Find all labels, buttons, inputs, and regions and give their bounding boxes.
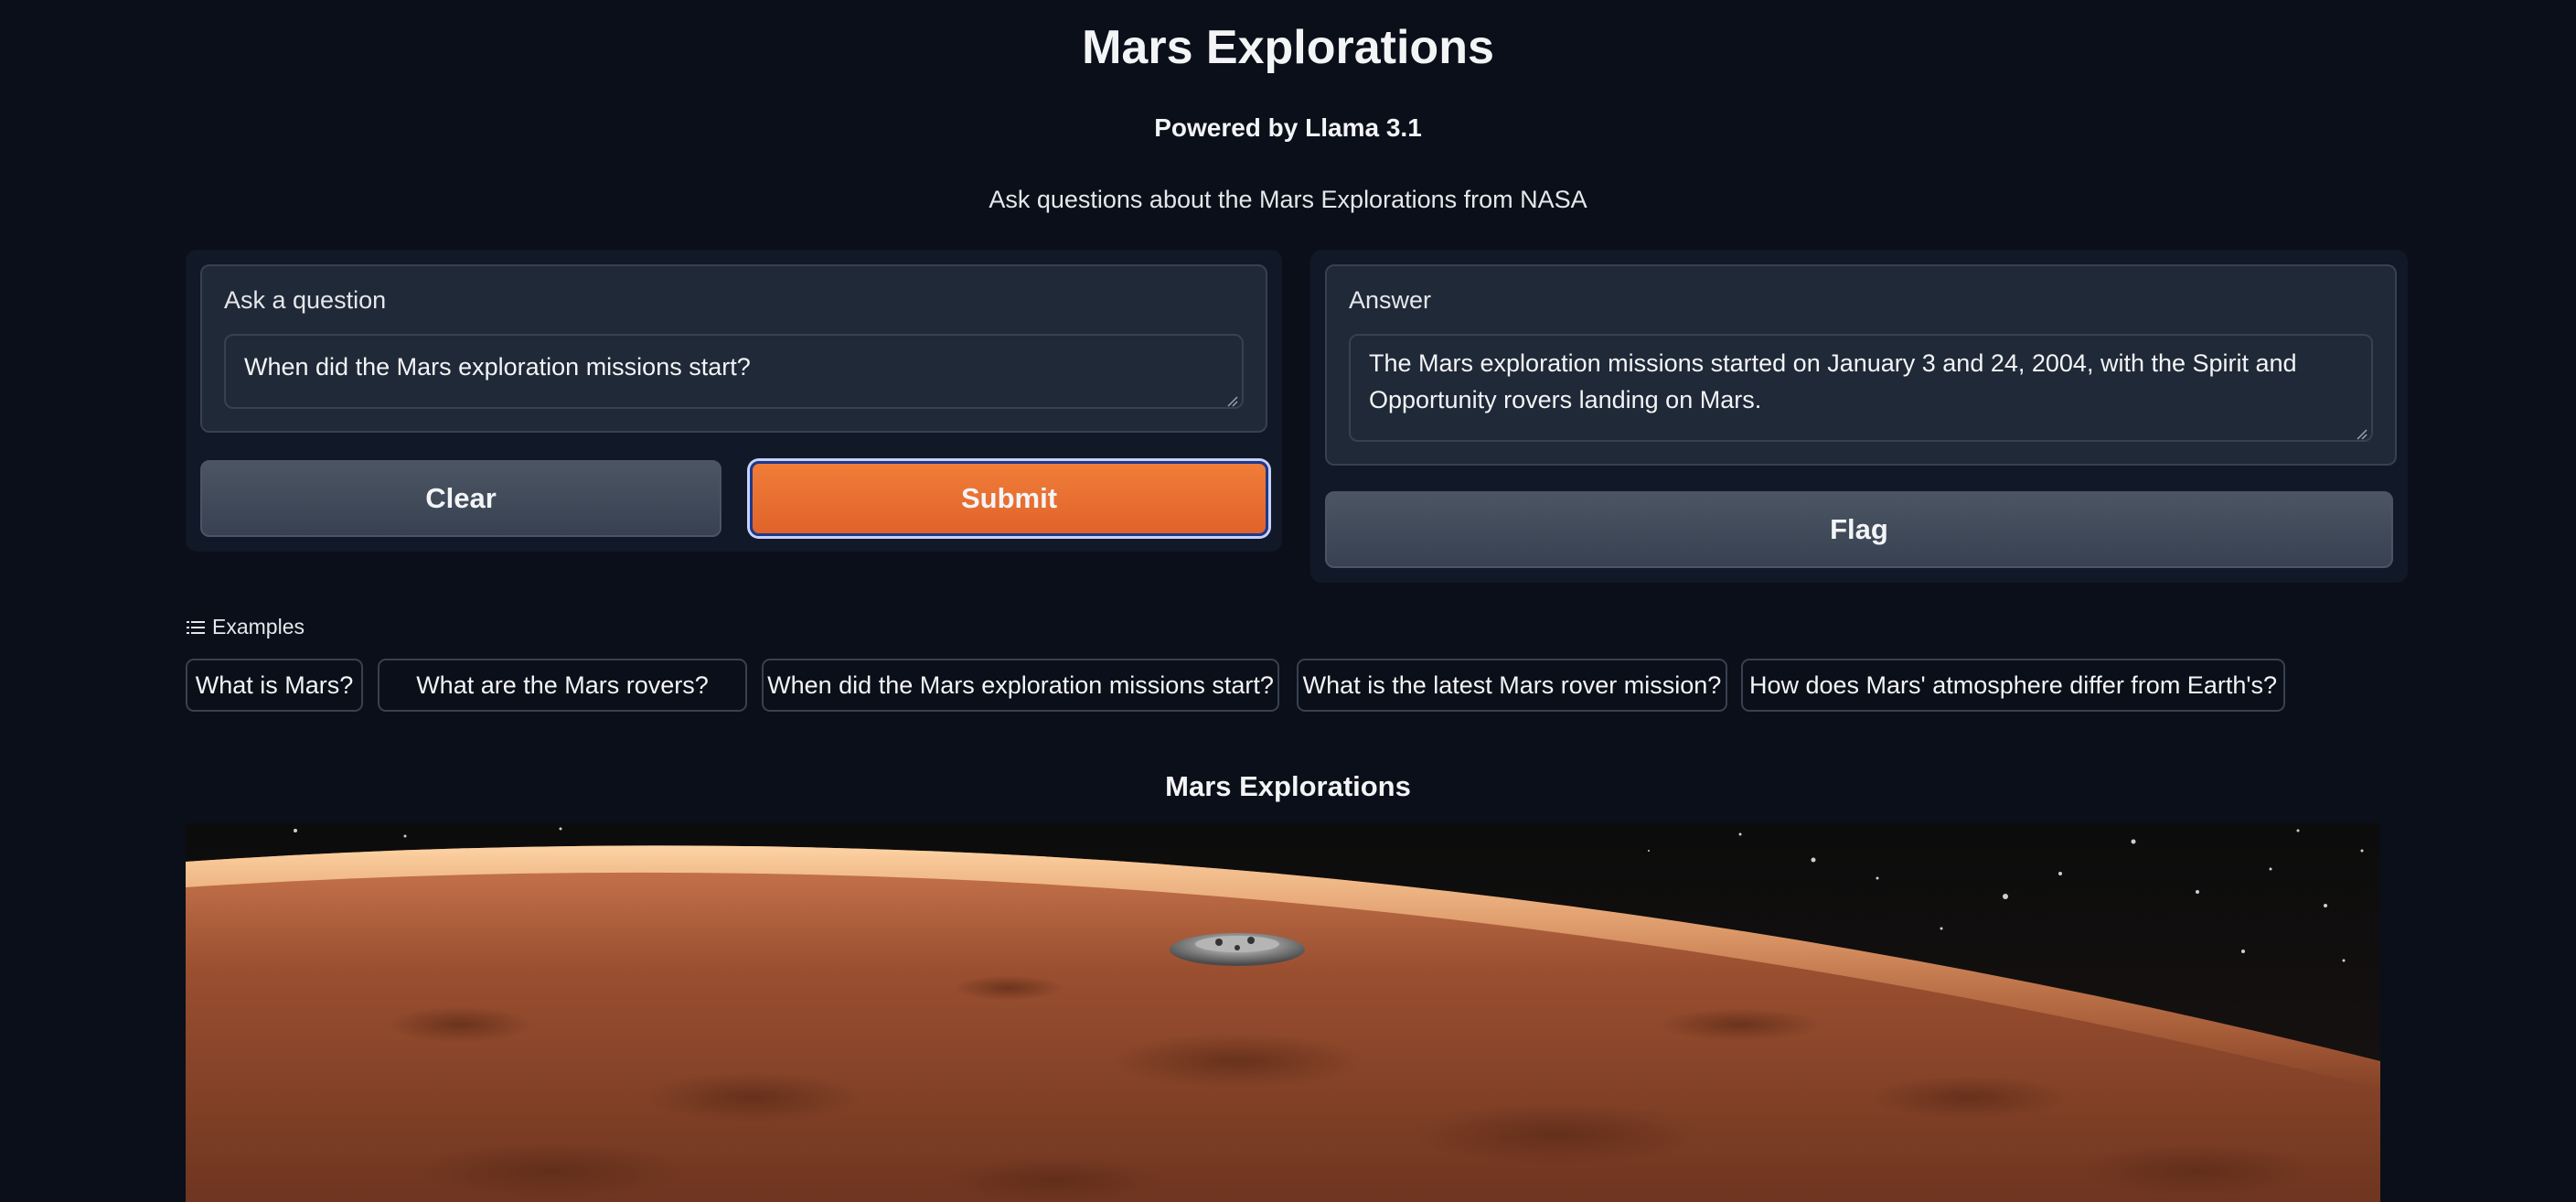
question-block: Ask a question When did the Mars explora… (200, 264, 1267, 433)
resize-grip-icon[interactable] (1225, 394, 1238, 407)
mars-landscape-image (186, 823, 2380, 1202)
example-item[interactable]: When did the Mars exploration missions s… (762, 659, 1279, 712)
answer-label: Answer (1349, 286, 1432, 314)
example-item[interactable]: How does Mars' atmosphere differ from Ea… (1741, 659, 2285, 712)
flag-button[interactable]: Flag (1325, 491, 2393, 568)
question-input[interactable]: When did the Mars exploration missions s… (224, 334, 1244, 409)
examples-label: Examples (212, 615, 305, 639)
page-subtitle: Powered by Llama 3.1 (1154, 113, 1422, 142)
list-icon (187, 620, 205, 634)
answer-block: Answer The Mars exploration missions sta… (1325, 264, 2397, 466)
examples-header: Examples (187, 615, 305, 639)
clear-button[interactable]: Clear (200, 460, 721, 537)
submit-button[interactable]: Submit (750, 461, 1268, 536)
output-panel: Answer The Mars exploration missions sta… (1310, 250, 2408, 583)
example-item[interactable]: What is the latest Mars rover mission? (1297, 659, 1727, 712)
capsule-icon (1170, 933, 1305, 966)
image-section-title: Mars Explorations (1165, 770, 1411, 802)
input-panel: Ask a question When did the Mars explora… (186, 250, 1282, 552)
resize-grip-icon[interactable] (2355, 427, 2368, 440)
mars-image (186, 823, 2380, 1202)
question-label: Ask a question (224, 286, 387, 314)
page-description: Ask questions about the Mars Exploration… (989, 186, 1587, 213)
example-item[interactable]: What is Mars? (186, 659, 363, 712)
page-title: Mars Explorations (1082, 21, 1494, 74)
answer-output[interactable]: The Mars exploration missions started on… (1349, 334, 2373, 442)
example-item[interactable]: What are the Mars rovers? (378, 659, 747, 712)
